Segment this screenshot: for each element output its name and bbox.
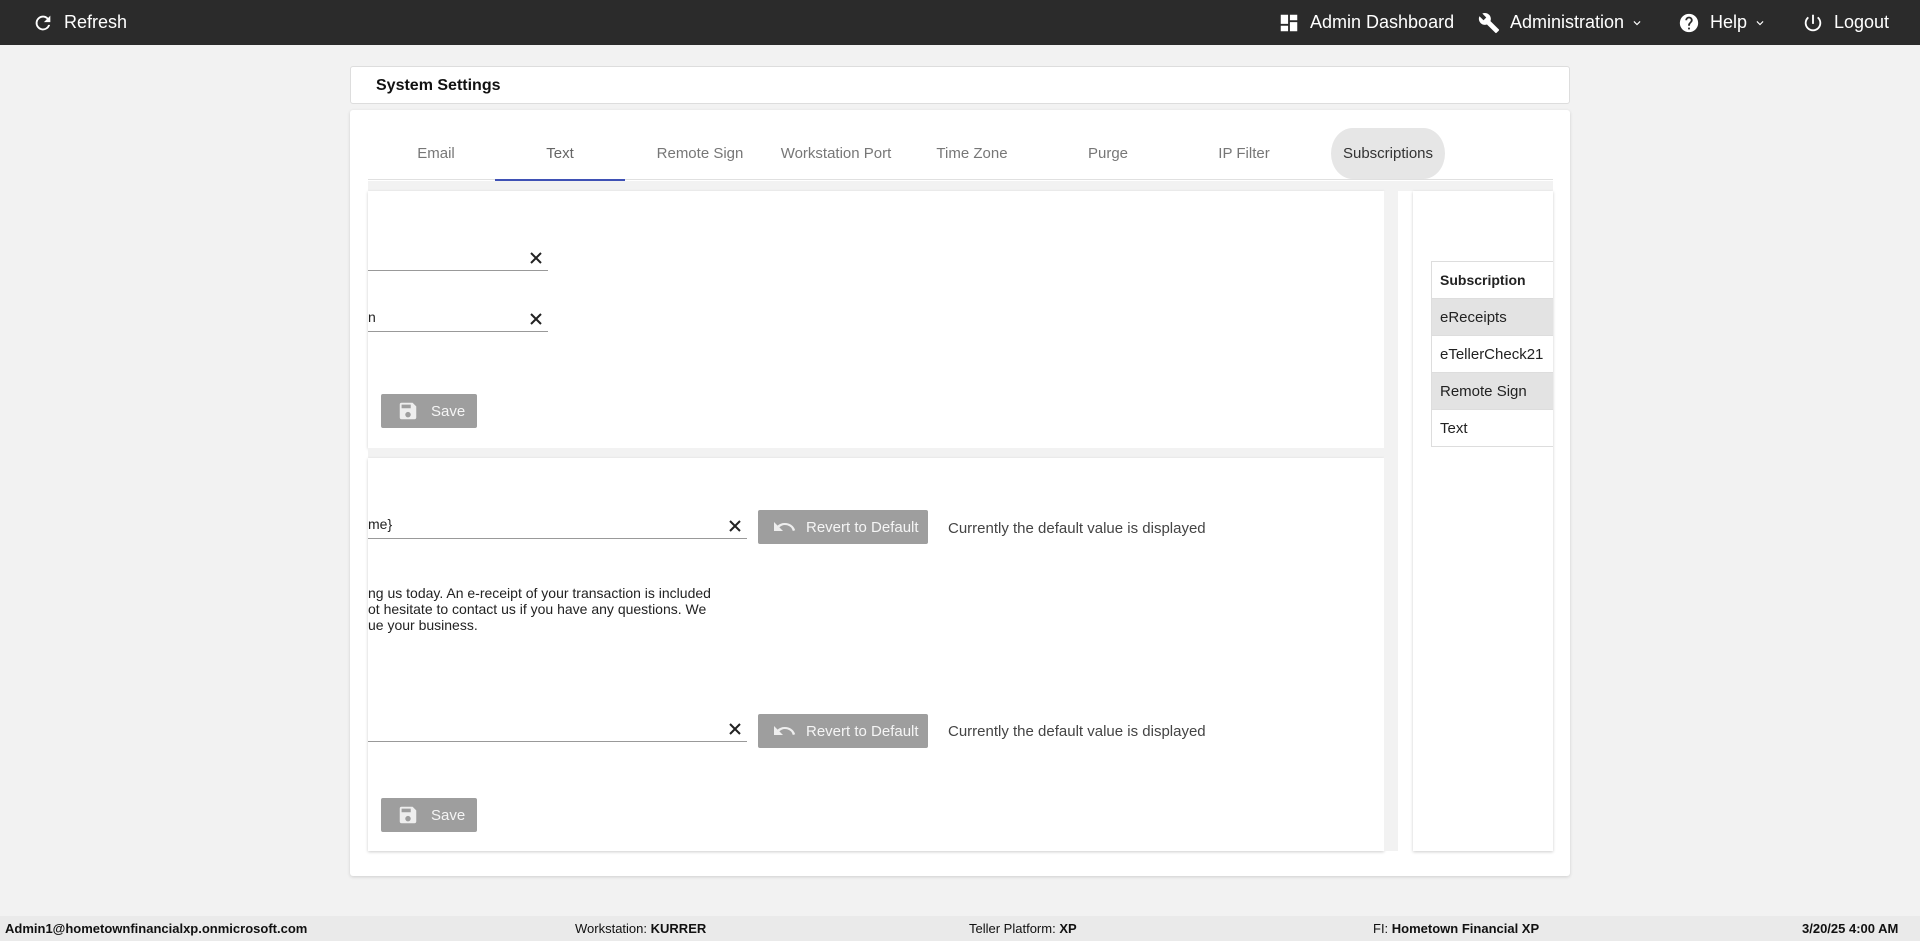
revert-to-default-button[interactable]: Revert to Default	[758, 510, 928, 544]
status-platform: Teller Platform: XP	[969, 921, 1077, 936]
logout-button[interactable]: Logout	[1802, 0, 1889, 45]
horizontal-scroll-gutter[interactable]	[1384, 191, 1398, 851]
tab-subscriptions[interactable]: Subscriptions	[1331, 128, 1445, 179]
platform-value: XP	[1059, 921, 1077, 936]
text-settings-panel-1: n Save	[368, 191, 1384, 448]
logout-label: Logout	[1834, 12, 1890, 32]
refresh-button[interactable]: Refresh	[32, 0, 127, 45]
top-bar: Refresh Admin Dashboard Administration H…	[0, 0, 1920, 45]
user-email: Admin1@hometownfinancialxp.onmicrosoft.c…	[5, 921, 308, 936]
subscriptions-table: Subscription eReceipts eTellerCheck21 Re…	[1431, 261, 1553, 447]
workstation-value: KURRER	[650, 921, 707, 936]
floppy-disk-icon	[399, 806, 417, 824]
revert-label: Revert to Default	[806, 722, 919, 740]
message-subject-value: me}	[368, 516, 393, 532]
subscription-row-ereceipts[interactable]: eReceipts	[1432, 299, 1553, 336]
fi-label: FI:	[1373, 921, 1389, 936]
message-body-line: ue your business.	[368, 617, 478, 633]
message-body-line: ng us today. An e-receipt of your transa…	[368, 585, 711, 601]
tab-remote-sign[interactable]: Remote Sign	[632, 128, 768, 179]
platform-label: Teller Platform:	[969, 921, 1056, 936]
datetime-value: 3/20/25 4:00 AM	[1802, 921, 1899, 936]
administration-menu[interactable]: Administration	[1478, 0, 1644, 45]
admin-dashboard-link[interactable]: Admin Dashboard	[1278, 0, 1454, 45]
undo-icon	[774, 522, 796, 531]
settings-card: Email Text Remote Sign Workstation Port …	[350, 110, 1570, 876]
tab-email[interactable]: Email	[368, 128, 504, 179]
message-body-line: ot hesitate to contact us if you have an…	[368, 601, 707, 617]
workstation-label: Workstation:	[575, 921, 648, 936]
tab-time-zone[interactable]: Time Zone	[904, 128, 1040, 179]
subscription-row-etellercheck21[interactable]: eTellerCheck21	[1432, 336, 1553, 373]
text-settings-panel-2: me} Revert to Default Currently the defa…	[368, 458, 1384, 851]
floppy-disk-icon	[399, 402, 417, 420]
default-value-note: Currently the default value is displayed	[948, 723, 1206, 740]
settings-tabs: Email Text Remote Sign Workstation Port …	[368, 128, 1553, 181]
refresh-label: Refresh	[64, 12, 128, 32]
panel-gap	[368, 448, 1384, 458]
refresh-icon	[35, 15, 51, 30]
admin-dashboard-label: Admin Dashboard	[1310, 12, 1455, 32]
clear-icon[interactable]	[528, 311, 544, 327]
chevron-down-icon	[1633, 20, 1641, 25]
save-button[interactable]: Save	[381, 394, 477, 428]
revert-to-default-button[interactable]: Revert to Default	[758, 714, 928, 748]
status-workstation: Workstation: KURRER	[575, 921, 706, 936]
undo-icon	[774, 726, 796, 735]
save-label: Save	[431, 806, 466, 824]
dashboard-icon	[1280, 14, 1298, 31]
tab-ip-filter[interactable]: IP Filter	[1176, 128, 1312, 179]
help-menu[interactable]: Help	[1678, 0, 1767, 45]
subscription-column-header: Subscription	[1432, 262, 1553, 299]
message-footer-field[interactable]	[368, 714, 747, 742]
fi-value: Hometown Financial XP	[1391, 921, 1540, 936]
system-settings-header: System Settings	[350, 66, 1570, 104]
default-value-note: Currently the default value is displayed	[948, 520, 1206, 537]
page-title: System Settings	[376, 77, 501, 94]
wrench-icon	[1478, 12, 1500, 33]
save-button[interactable]: Save	[381, 798, 477, 832]
status-fi: FI: Hometown Financial XP	[1373, 921, 1539, 936]
power-icon	[1804, 14, 1822, 31]
revert-label: Revert to Default	[806, 518, 919, 536]
clear-icon[interactable]	[727, 518, 743, 534]
clear-icon[interactable]	[727, 721, 743, 737]
help-icon	[1679, 13, 1699, 32]
status-datetime: 3/20/25 4:00 AM	[1802, 921, 1898, 936]
content-gutter	[368, 181, 1553, 191]
administration-label: Administration	[1510, 12, 1625, 32]
tab-purge[interactable]: Purge	[1040, 128, 1176, 179]
text-field-1[interactable]	[368, 243, 548, 271]
subscription-row-remote-sign[interactable]: Remote Sign	[1432, 373, 1553, 410]
help-label: Help	[1710, 12, 1748, 32]
status-bar: Admin1@hometownfinancialxp.onmicrosoft.c…	[0, 916, 1920, 941]
chevron-down-icon	[1756, 20, 1764, 25]
text-field-2[interactable]: n	[368, 304, 548, 332]
message-subject-field[interactable]: me}	[368, 511, 747, 539]
tab-text[interactable]: Text	[495, 128, 625, 181]
tab-workstation-port[interactable]: Workstation Port	[768, 128, 904, 179]
subscriptions-panel: Subscription eReceipts eTellerCheck21 Re…	[1413, 191, 1553, 851]
save-label: Save	[431, 402, 466, 420]
subscription-row-text[interactable]: Text	[1432, 410, 1553, 447]
status-user: Admin1@hometownfinancialxp.onmicrosoft.c…	[5, 921, 307, 936]
text-field-2-value: n	[368, 309, 376, 325]
clear-icon[interactable]	[528, 250, 544, 266]
